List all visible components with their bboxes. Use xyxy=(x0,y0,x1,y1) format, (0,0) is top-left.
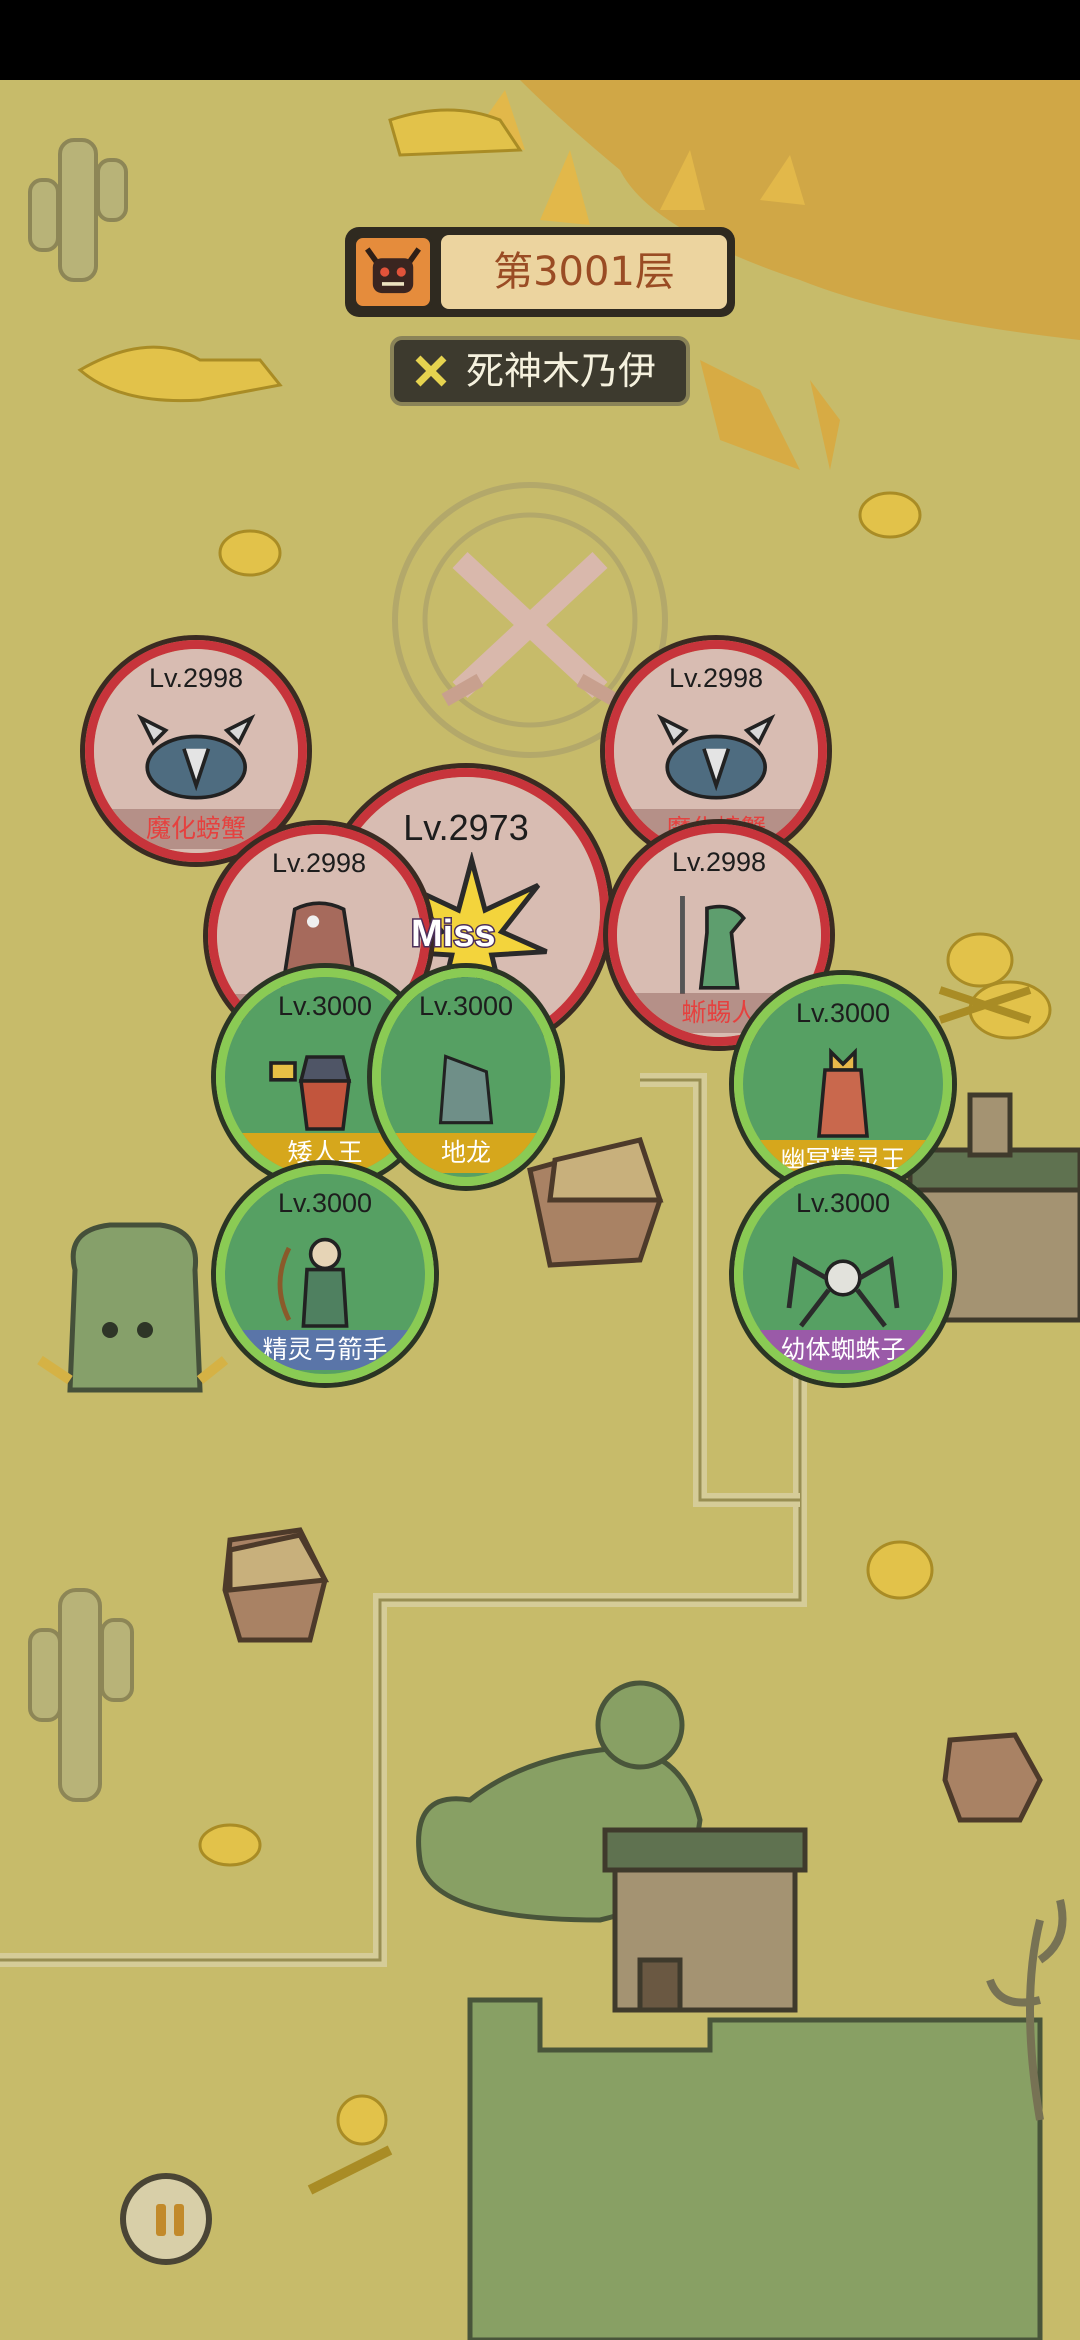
miss-indicator: Miss xyxy=(409,912,497,957)
unit-level: Lv.3000 xyxy=(418,991,514,1021)
boss-name-badge: 死神木乃伊 xyxy=(390,336,690,406)
unit-name: 地龙 xyxy=(381,1133,551,1173)
unit-level: Lv.2998 xyxy=(668,663,764,693)
pause-button[interactable] xyxy=(120,2173,212,2265)
ally-unit[interactable]: Lv.3000 精灵弓箭手 xyxy=(216,1165,434,1383)
spider-icon xyxy=(786,1256,900,1328)
crossed-swords-icon xyxy=(415,355,447,387)
monster-face-icon xyxy=(353,235,433,309)
status-bar xyxy=(0,0,1080,80)
unit-name: 精灵弓箭手 xyxy=(225,1330,425,1370)
boss-name: 死神木乃伊 xyxy=(466,349,657,393)
ally-unit[interactable]: Lv.3000 幽冥精灵王 xyxy=(734,975,952,1193)
ally-unit[interactable]: Lv.3000 幼体蜘蛛子 xyxy=(734,1165,952,1383)
floor-banner: 第3001层 xyxy=(345,227,735,317)
unit-level: Lv.2998 xyxy=(148,663,244,693)
enemy-unit[interactable]: Lv.2998 魔化螃蟹 xyxy=(85,640,307,862)
crab-monster-icon xyxy=(656,714,776,800)
earth-dragon-icon xyxy=(438,1054,494,1125)
floor-level-label: 第3001层 xyxy=(441,235,727,309)
elf-king-icon xyxy=(817,1047,869,1138)
unit-name: 幼体蜘蛛子 xyxy=(743,1330,943,1370)
lizardman-icon xyxy=(679,896,746,995)
unit-level: Lv.3000 xyxy=(795,1188,891,1218)
elf-archer-icon xyxy=(277,1237,349,1328)
unit-level: Lv.2998 xyxy=(271,848,367,878)
dwarf-king-icon xyxy=(269,1055,352,1131)
unit-level: Lv.2998 xyxy=(671,847,767,877)
ally-unit[interactable]: Lv.3000 地龙 xyxy=(372,968,560,1186)
unit-level: Lv.3000 xyxy=(277,1188,373,1218)
unit-level: Lv.3000 xyxy=(795,998,891,1028)
crab-monster-icon xyxy=(136,714,256,800)
